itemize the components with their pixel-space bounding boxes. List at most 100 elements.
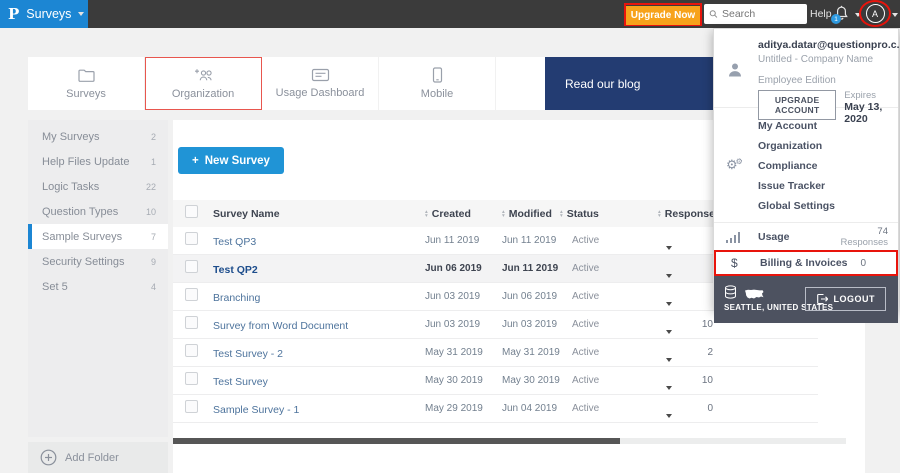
logout-button[interactable]: LOGOUT <box>804 287 886 311</box>
column-header-status[interactable]: Status <box>567 208 599 220</box>
account-menu-item[interactable]: Global Settings <box>714 196 898 216</box>
folder-icon <box>77 69 95 82</box>
status-value: Active <box>572 235 600 246</box>
sidebar-folder-item[interactable]: Set 5 4 <box>28 274 168 299</box>
table-row[interactable]: Sample Survey - 1 May 29 2019 Jun 04 201… <box>173 395 818 423</box>
status-dropdown-caret[interactable] <box>666 330 672 334</box>
status-value: Active <box>572 375 600 386</box>
account-company: Untitled - Company Name <box>758 54 874 65</box>
row-checkbox[interactable] <box>185 287 198 301</box>
sort-icon[interactable] <box>425 210 428 218</box>
status-dropdown-caret[interactable] <box>666 358 672 362</box>
upgrade-annotation-box: Upgrade Now <box>624 3 702 26</box>
account-menu-item[interactable]: My Account <box>714 116 898 136</box>
created-cell: May 31 2019 <box>425 347 483 358</box>
organization-people-icon <box>195 68 212 80</box>
survey-name-link[interactable]: Branching <box>213 292 260 304</box>
app-title: Surveys <box>26 7 72 21</box>
billing-label: Billing & Invoices <box>760 257 848 269</box>
menu-item-billing-invoices[interactable]: $ Billing & Invoices 0 <box>714 250 898 276</box>
status-dropdown-caret[interactable] <box>666 414 672 418</box>
modified-cell: Jun 06 2019 <box>502 291 558 302</box>
survey-name-link[interactable]: Test QP2 <box>213 264 258 276</box>
menu-item-usage[interactable]: Usage 74 Responses <box>714 222 898 250</box>
tab-label: Surveys <box>66 87 106 100</box>
table-row[interactable]: Test Survey May 30 2019 May 30 2019 Acti… <box>173 367 818 395</box>
survey-name-link[interactable]: Test Survey <box>213 376 268 388</box>
questionpro-logo-icon: P <box>8 5 20 23</box>
avatar[interactable]: A <box>865 4 885 23</box>
status-dropdown-caret[interactable] <box>666 386 672 390</box>
row-checkbox[interactable] <box>185 315 198 329</box>
new-survey-button[interactable]: + New Survey <box>178 147 284 174</box>
horizontal-scrollbar-thumb[interactable] <box>173 438 620 444</box>
survey-name-link[interactable]: Test Survey - 2 <box>213 348 283 360</box>
upgrade-now-button[interactable]: Upgrade Now <box>626 6 700 25</box>
column-header-modified[interactable]: Modified <box>509 208 552 220</box>
status-dropdown-caret[interactable] <box>666 302 672 306</box>
column-header-created[interactable]: Created <box>432 208 471 220</box>
responses-cell: 10 <box>701 319 713 330</box>
responses-cell: 10 <box>701 375 713 386</box>
tab-organization[interactable]: Organization <box>145 57 262 110</box>
sort-icon[interactable] <box>502 210 505 218</box>
responses-cell: 2 <box>707 347 713 358</box>
sidebar-folder-item[interactable]: Sample Surveys 7 <box>28 224 168 249</box>
search-box[interactable] <box>704 4 807 24</box>
sidebar-folder-item[interactable]: My Surveys 2 <box>28 124 168 149</box>
row-checkbox[interactable] <box>185 399 198 413</box>
circle-plus-icon <box>40 449 57 466</box>
survey-name-link[interactable]: Sample Survey - 1 <box>213 404 299 416</box>
database-icon <box>725 285 736 299</box>
app-switcher[interactable]: P Surveys <box>0 0 88 28</box>
survey-name-link[interactable]: Survey from Word Document <box>213 320 348 332</box>
horizontal-scrollbar-track[interactable] <box>173 438 846 444</box>
status-dropdown-caret[interactable] <box>666 246 672 250</box>
add-folder-button[interactable]: Add Folder <box>28 442 168 473</box>
sidebar-folder-item[interactable]: Security Settings 9 <box>28 249 168 274</box>
chevron-down-icon[interactable] <box>892 13 898 17</box>
chevron-down-icon <box>78 12 85 16</box>
plus-icon: + <box>192 154 199 167</box>
help-link[interactable]: Help <box>810 8 832 20</box>
folder-count: 1 <box>150 156 156 167</box>
modified-cell: Jun 04 2019 <box>502 403 558 414</box>
sidebar-folder-item[interactable]: Help Files Update 1 <box>28 149 168 174</box>
usage-unit: Responses <box>840 237 888 248</box>
row-checkbox[interactable] <box>185 231 198 245</box>
row-checkbox[interactable] <box>185 343 198 357</box>
row-checkbox[interactable] <box>185 371 198 385</box>
table-row[interactable]: Test Survey - 2 May 31 2019 May 31 2019 … <box>173 339 818 367</box>
account-menu-item[interactable]: Organization <box>714 136 898 156</box>
status-value: Active <box>572 263 600 274</box>
sort-icon[interactable] <box>560 210 563 218</box>
survey-name-link[interactable]: Test QP3 <box>213 236 256 248</box>
account-menu-item[interactable]: Issue Tracker <box>714 176 898 196</box>
account-menu-item[interactable]: ⚙⚙ Compliance <box>714 156 898 176</box>
column-header-survey-name[interactable]: Survey Name <box>213 208 425 220</box>
folder-count: 2 <box>150 131 156 142</box>
sort-icon[interactable] <box>658 210 661 218</box>
responses-cell: 0 <box>707 403 713 414</box>
sidebar-folder-item[interactable]: Logic Tasks 22 <box>28 174 168 199</box>
gears-icon: ⚙⚙ <box>726 157 743 172</box>
usage-label: Usage <box>758 230 790 243</box>
select-all-checkbox[interactable] <box>185 204 198 218</box>
logout-label: LOGOUT <box>833 294 875 304</box>
tab-mobile[interactable]: Mobile <box>379 57 496 110</box>
status-dropdown-caret[interactable] <box>666 274 672 278</box>
status-value: Active <box>572 347 600 358</box>
folder-count: 10 <box>145 206 156 217</box>
account-header: aditya.datar@questionpro.c... Untitled -… <box>714 29 900 125</box>
status-value: Active <box>572 291 600 302</box>
search-input[interactable] <box>722 8 802 20</box>
sidebar-folder-item[interactable]: Question Types 10 <box>28 199 168 224</box>
notifications-bell[interactable]: 1 <box>831 5 851 24</box>
add-folder-label: Add Folder <box>65 451 119 464</box>
tab-usage-dashboard[interactable]: Usage Dashboard <box>262 57 379 110</box>
tab-label: Usage Dashboard <box>275 87 365 99</box>
row-checkbox[interactable] <box>185 259 198 273</box>
dashboard-icon <box>311 68 329 82</box>
modified-cell: May 31 2019 <box>502 347 560 358</box>
tab-surveys[interactable]: Surveys <box>28 57 145 110</box>
